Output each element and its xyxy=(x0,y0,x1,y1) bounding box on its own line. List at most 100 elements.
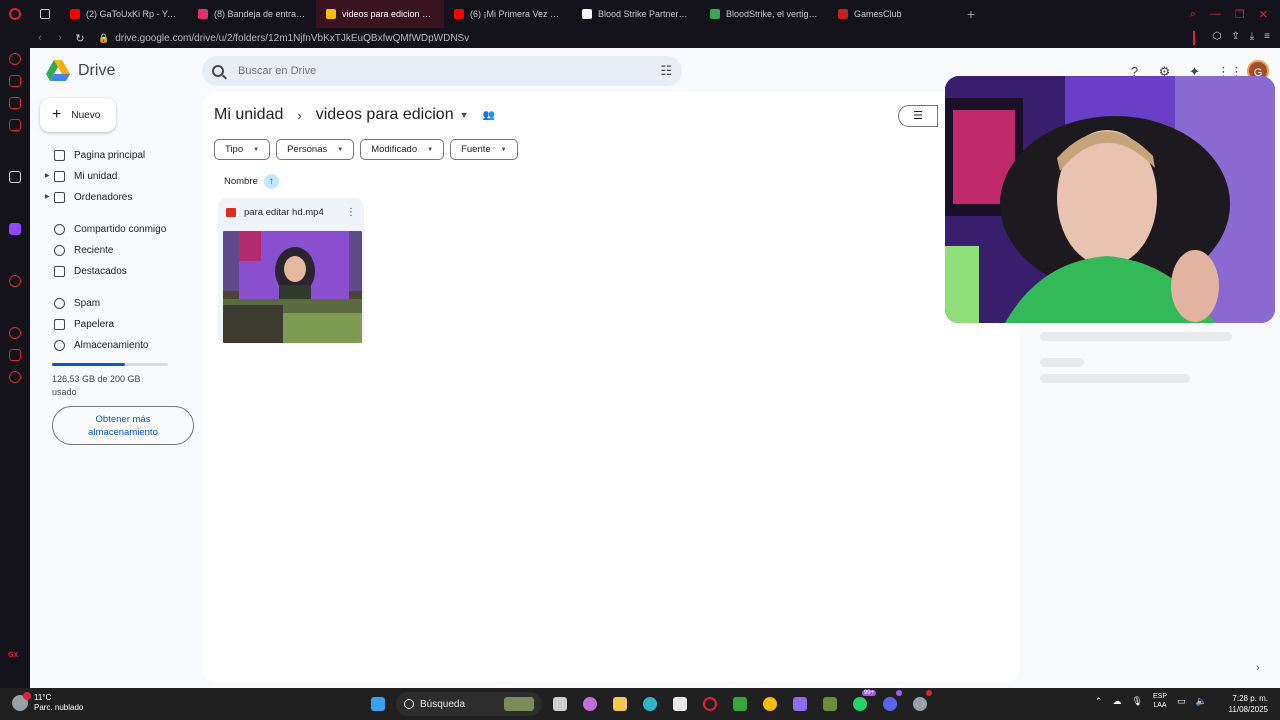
sidebar-item-computers[interactable]: ▶ Ordenadores xyxy=(44,187,204,208)
shared-folder-icon[interactable]: 👥 xyxy=(483,110,495,121)
forward-icon[interactable]: › xyxy=(50,32,70,44)
breadcrumb: Mi unidad › videos para edicion ▼ 👥 xyxy=(214,106,495,124)
file-explorer-icon[interactable] xyxy=(608,692,632,716)
windows-start-icon[interactable] xyxy=(366,692,390,716)
get-more-storage-button[interactable]: Obtener más almacenamiento xyxy=(52,406,194,445)
new-tab-button[interactable]: + xyxy=(956,6,986,22)
video-thumbnail[interactable] xyxy=(223,231,362,343)
xbox-icon[interactable] xyxy=(728,692,752,716)
share-icon[interactable]: ⇪ xyxy=(1231,31,1239,45)
minecraft-icon[interactable] xyxy=(818,692,842,716)
filter-modified[interactable]: Modificado ▼ xyxy=(360,139,445,160)
url-field[interactable]: drive.google.com/drive/u/2/folders/12m1N… xyxy=(115,33,469,44)
twitch-icon[interactable] xyxy=(9,223,21,235)
browser-tab[interactable]: BloodStrike, el vertiginoso xyxy=(700,0,828,28)
filter-people[interactable]: Personas ▼ xyxy=(276,139,355,160)
google-drive-logo-icon xyxy=(46,60,70,81)
browser-tab-active[interactable]: videos para edicion - Google Drive xyxy=(316,0,444,28)
close-icon[interactable]: ✕ xyxy=(1259,8,1268,21)
taskbar-search[interactable]: Búsqueda xyxy=(396,692,542,716)
video-thumbnail-image xyxy=(223,231,362,343)
browser-tab[interactable]: (8) Bandeja de entrada xyxy=(188,0,316,28)
chrome-icon[interactable] xyxy=(758,692,782,716)
details-panel-loading xyxy=(1020,308,1242,678)
browser-tab[interactable]: (2) GaToUxKi Rp - YouTube xyxy=(60,0,188,28)
browser-tab-strip: (2) GaToUxKi Rp - YouTube (8) Bandeja de… xyxy=(0,0,1280,28)
steam-icon[interactable] xyxy=(908,690,932,716)
player-icon[interactable] xyxy=(9,275,21,287)
gx-m-icon[interactable] xyxy=(9,119,21,131)
gx-mail-icon[interactable] xyxy=(9,97,21,109)
filter-source[interactable]: Fuente ▼ xyxy=(450,139,518,160)
bloodstrike-sidebar-icon[interactable] xyxy=(9,171,21,183)
chevron-down-icon[interactable]: ▼ xyxy=(460,110,469,120)
gx-corner-icon[interactable] xyxy=(9,75,21,87)
search-icon[interactable] xyxy=(212,65,224,77)
sidebar-item-trash[interactable]: Papelera xyxy=(44,314,204,335)
language-indicator[interactable]: ESP LAA xyxy=(1153,692,1167,710)
history-icon[interactable] xyxy=(9,327,21,339)
file-card[interactable]: para editar hd.mp4 ⋮ xyxy=(218,198,364,344)
drive-logo[interactable]: Drive xyxy=(46,60,115,82)
settings-sidebar-icon[interactable] xyxy=(9,371,21,383)
maximize-icon[interactable]: ❐ xyxy=(1235,8,1245,21)
opera-gx-taskbar-icon[interactable] xyxy=(698,692,722,716)
sidebar-item-spam[interactable]: Spam xyxy=(44,293,204,314)
sidebar-item-home[interactable]: Pagina principal xyxy=(44,145,204,166)
minimize-icon[interactable]: — xyxy=(1210,8,1221,21)
monitor-icon[interactable]: ▭ xyxy=(1177,696,1186,707)
search-bar[interactable]: ☷ xyxy=(202,56,682,86)
instagram-icon xyxy=(198,9,208,19)
task-view-icon[interactable] xyxy=(548,692,572,716)
search-options-icon[interactable]: ☷ xyxy=(660,63,672,79)
sidebar-item-storage[interactable]: Almacenamiento xyxy=(44,335,204,356)
tray-chevron-up-icon[interactable]: ⌃ xyxy=(1095,696,1103,707)
tray-app-icon[interactable]: ☁ xyxy=(1113,696,1122,707)
sidebar-item-starred[interactable]: Destacados xyxy=(44,261,204,282)
weather-widget[interactable]: 11°C Parc. nublado xyxy=(12,692,83,713)
reload-icon[interactable]: ↻ xyxy=(70,32,90,45)
speaker-icon[interactable]: 🔈 xyxy=(1196,696,1207,707)
opera-gx-logo-icon[interactable] xyxy=(0,0,30,28)
tab-workspace-icon[interactable] xyxy=(30,0,60,28)
expand-caret-icon[interactable]: ▶ xyxy=(45,172,50,179)
browser-tab[interactable]: GamesClub xyxy=(828,0,956,28)
discord-icon[interactable] xyxy=(878,690,902,716)
sidebar-item-recent[interactable]: Reciente xyxy=(44,240,204,261)
copilot-icon[interactable] xyxy=(578,692,602,716)
download-icon[interactable]: ⤓ xyxy=(1250,31,1254,45)
breadcrumb-root[interactable]: Mi unidad xyxy=(214,106,283,124)
sort-ascending-icon[interactable]: ↑ xyxy=(263,174,279,189)
sort-header[interactable]: Nombre ↑ xyxy=(224,174,279,189)
home-icon xyxy=(54,150,65,161)
expand-caret-icon[interactable]: ▶ xyxy=(45,193,50,200)
trash-icon xyxy=(54,319,65,330)
microphone-icon[interactable]: 🎙 xyxy=(1132,696,1143,707)
proton-vpn-icon[interactable] xyxy=(788,692,812,716)
system-clock[interactable]: 7:28 p. m. 11/08/2025 xyxy=(1222,693,1268,715)
gx-control-icon[interactable] xyxy=(9,53,21,65)
list-view-toggle[interactable]: ☰ xyxy=(898,105,938,127)
chevron-right-icon[interactable]: › xyxy=(1256,662,1260,674)
breadcrumb-current[interactable]: videos para edicion xyxy=(316,106,454,124)
back-icon[interactable]: ‹ xyxy=(30,32,50,44)
menu-icon[interactable]: ≡ xyxy=(1264,31,1270,45)
edge-icon[interactable] xyxy=(638,692,662,716)
search-tabs-icon[interactable]: ⌕ xyxy=(1190,8,1196,21)
browser-tab[interactable]: (6) ¡Mi Primera Vez en GTA xyxy=(444,0,572,28)
sidebar-item-shared[interactable]: Compartido conmigo xyxy=(44,219,204,240)
extensions-icon[interactable]: ⬡ xyxy=(1213,31,1222,45)
more-options-icon[interactable]: ⋮ xyxy=(346,207,356,218)
extensions-sidebar-icon[interactable] xyxy=(9,349,21,361)
store-icon[interactable] xyxy=(668,692,692,716)
new-button[interactable]: + Nuevo xyxy=(40,98,116,132)
filter-type[interactable]: Tipo ▼ xyxy=(214,139,271,160)
dropdown-arrow-icon: ▼ xyxy=(500,146,507,153)
search-input[interactable] xyxy=(238,65,661,77)
browser-tab[interactable]: Blood Strike Partner: Gam xyxy=(572,0,700,28)
main-content: Mi unidad › videos para edicion ▼ 👥 ☰ Ti… xyxy=(202,92,1020,682)
sidebar-item-my-drive[interactable]: ▶ Mi unidad xyxy=(44,166,204,187)
lock-icon[interactable]: 🔒 xyxy=(98,33,109,44)
bloodstrike-icon xyxy=(710,9,720,19)
whatsapp-icon[interactable]: 99+ xyxy=(848,690,876,716)
